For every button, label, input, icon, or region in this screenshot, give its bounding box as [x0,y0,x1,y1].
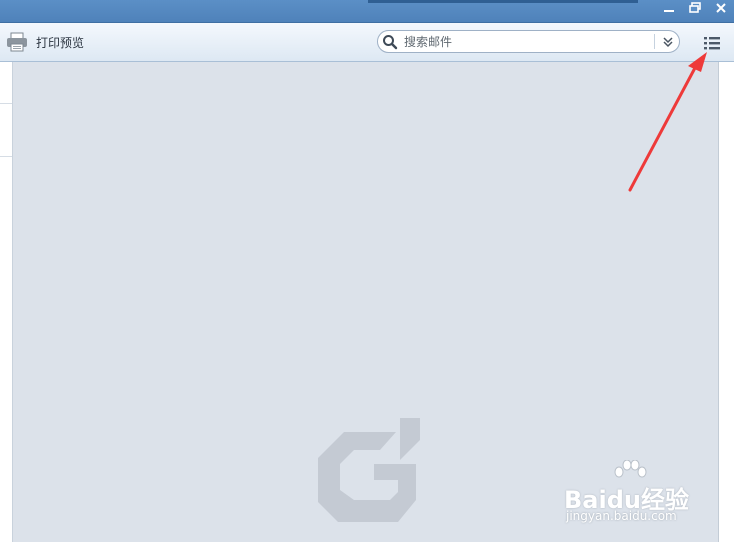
search-options-button[interactable] [657,31,679,52]
restore-icon [689,2,701,13]
minimize-icon [664,10,674,12]
minimize-button[interactable] [658,1,680,21]
printer-icon [7,32,27,52]
print-preview-label: 打印预览 [36,35,85,50]
mail-list-panel-edge [0,62,13,542]
close-icon [716,3,726,13]
search-divider [654,34,655,49]
search-input[interactable] [404,33,644,50]
window-title-bar [0,0,734,23]
tab-strip-sliver [368,0,638,3]
search-box [377,30,680,53]
list-menu-icon [704,37,720,50]
double-chevron-down-icon [663,36,673,47]
close-button[interactable] [710,1,732,21]
right-scroll-edge[interactable] [718,62,734,542]
search-icon [383,35,398,50]
panel-divider [0,103,12,104]
main-menu-button[interactable] [700,33,724,53]
print-preview-button[interactable]: 打印预览 [6,31,84,53]
app-logo-watermark [318,418,420,522]
panel-divider [0,156,12,157]
toolbar: 打印预览 [0,23,734,62]
restore-button[interactable] [684,1,706,21]
